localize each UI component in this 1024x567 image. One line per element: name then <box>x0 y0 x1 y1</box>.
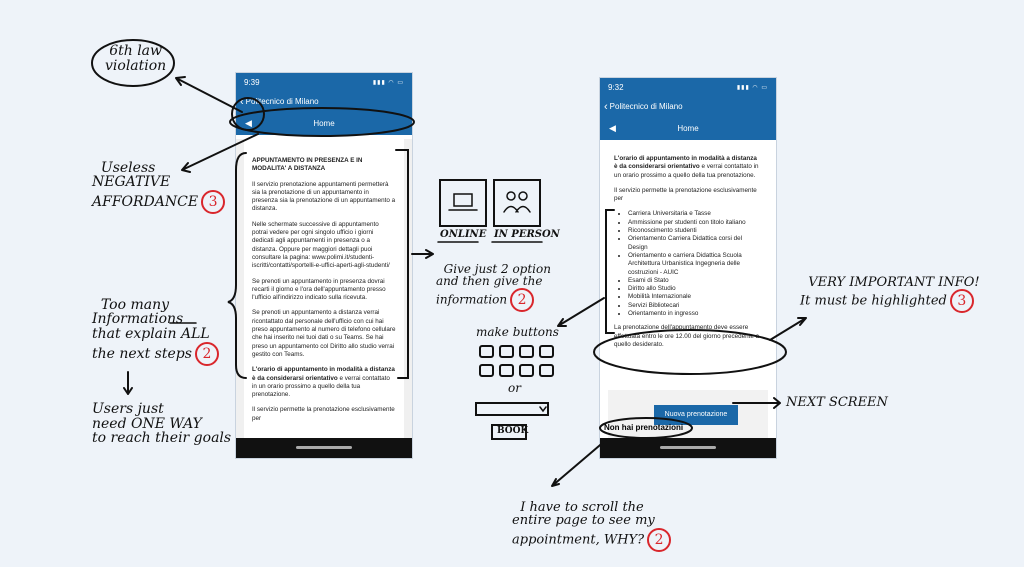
severity-badge: 3 <box>949 289 974 314</box>
arrow-next-screen <box>732 397 781 409</box>
scroll-note: I have to scroll the entire page to see … <box>512 487 672 552</box>
make-buttons-note: make buttons <box>476 325 559 339</box>
list-bracket <box>605 209 615 334</box>
severity-badge: 3 <box>201 190 226 215</box>
severity-badge: 2 <box>194 341 219 366</box>
home-ellipse <box>229 107 415 137</box>
law-violation-note: 6th law violation <box>105 43 167 74</box>
options-note: Give just 2 option and then give the inf… <box>436 250 551 312</box>
online-box <box>439 179 487 227</box>
too-many-text: Too many Informations that explain ALL t… <box>92 296 210 362</box>
arrow-to-scroll <box>551 439 607 487</box>
useless-note: Useless NEGATIVE AFFORDANCE 3 <box>92 146 226 215</box>
useless-text: Useless NEGATIVE AFFORDANCE <box>92 159 199 211</box>
left-brace <box>227 152 247 379</box>
severity-badge: 2 <box>647 527 672 552</box>
arrow-to-buttons <box>557 297 605 327</box>
scroll-text: I have to scroll the entire page to see … <box>512 499 655 548</box>
arrow-down <box>123 371 133 395</box>
users-note: Users just need ONE WAY to reach their g… <box>92 401 232 447</box>
arrow-to-back <box>175 76 243 113</box>
online-label: ONLINE <box>440 229 487 240</box>
severity-badge: 2 <box>510 287 535 312</box>
in-person-label: IN PERSON <box>494 229 560 240</box>
next-screen-note: NEXT SCREEN <box>786 395 888 410</box>
arrow-to-options <box>411 249 434 259</box>
person-box <box>493 179 541 227</box>
no-bookings-ellipse <box>599 417 693 439</box>
book-label: BOOK <box>497 426 529 436</box>
or-note: or <box>508 381 521 395</box>
right-bracket <box>395 149 409 379</box>
arrow-to-important <box>769 317 807 341</box>
dropdown-sketch <box>475 402 549 416</box>
important-note: VERY IMPORTANT INFO! It must be highligh… <box>800 262 980 314</box>
deadline-ellipse <box>593 329 787 375</box>
too-many-note: Too many Informations that explain ALL t… <box>92 283 219 366</box>
